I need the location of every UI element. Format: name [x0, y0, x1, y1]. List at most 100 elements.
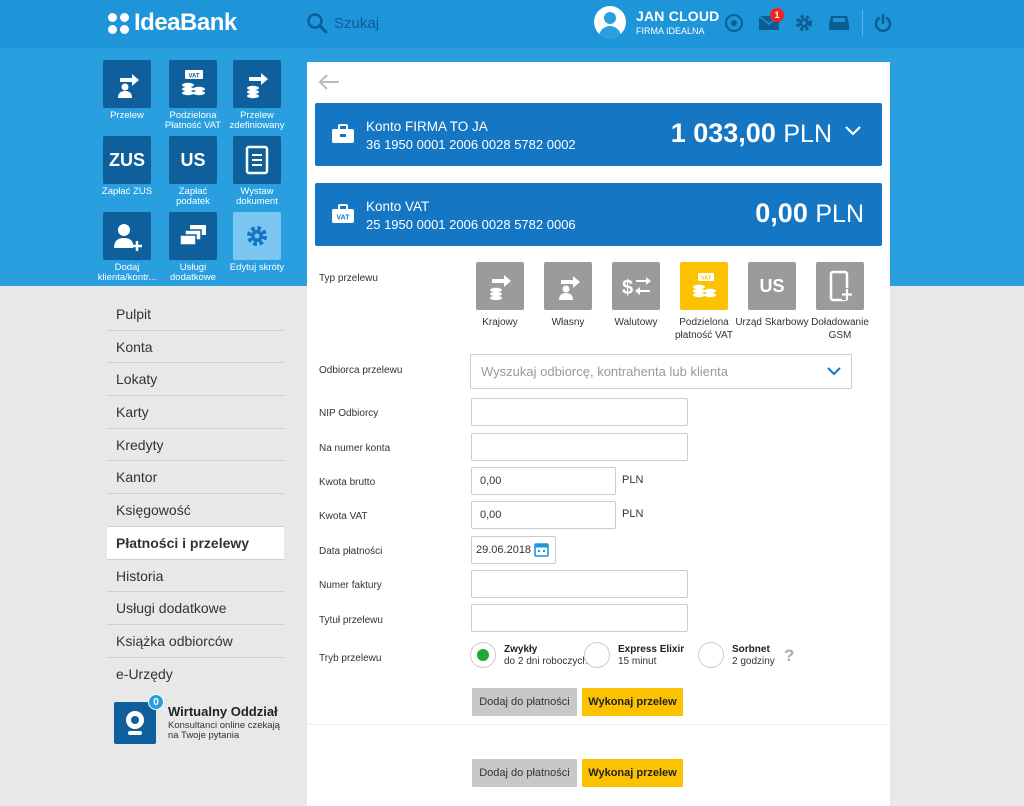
arrow-left-icon — [318, 74, 339, 90]
vat-split-icon: VAT — [680, 262, 728, 310]
account-number: 25 1950 0001 2006 0028 5782 0006 — [366, 217, 576, 232]
mode-standard-text: Zwykły do 2 dni roboczych — [504, 644, 588, 667]
sidebar-item-uslugi[interactable]: Usługi dodatkowe — [107, 592, 284, 625]
transfer-type-label: Typ przelewu — [319, 273, 378, 284]
sidebar-item-kredyty[interactable]: Kredyty — [107, 429, 284, 462]
account-balance: 1 033,00 PLN — [670, 118, 832, 148]
execute-transfer-button-bottom[interactable]: Wykonaj przelew — [582, 759, 683, 787]
payment-date-input[interactable]: 29.06.2018 — [471, 536, 556, 564]
settings-button[interactable] — [792, 11, 816, 35]
shortcut-defined-transfer[interactable]: Przelew zdefiniowany — [226, 60, 288, 131]
divider — [307, 724, 890, 725]
shortcut-label: Dodaj klienta/kontr... — [97, 262, 157, 283]
shortcut-label: Zapłać ZUS — [101, 186, 153, 197]
phone-topup-icon — [816, 262, 864, 310]
transfer-type-label: Urząd Skarbowy — [735, 317, 809, 328]
logout-button[interactable] — [871, 11, 895, 35]
transfer-type-label: Walutowy — [614, 317, 658, 328]
execute-transfer-button[interactable]: Wykonaj przelew — [582, 688, 683, 716]
sidebar-item-ksiazka-odbiorcow[interactable]: Książka odbiorców — [107, 625, 284, 658]
us-tax-icon: US — [748, 262, 796, 310]
account-card-main[interactable]: Konto FIRMA TO JA 36 1950 0001 2006 0028… — [315, 103, 882, 166]
sidebar-nav: Pulpit Konta Lokaty Karty Kredyty Kantor… — [107, 298, 284, 690]
transfer-type-label: Podzielona płatność VAT — [675, 317, 733, 341]
shortcut-label: Przelew zdefiniowany — [229, 110, 285, 131]
shortcut-label: Podzielona Płatność VAT — [164, 110, 222, 131]
gross-amount-input[interactable]: 0,00 — [471, 467, 616, 495]
back-button[interactable] — [317, 74, 341, 93]
shortcut-zus[interactable]: ZUS Zapłać ZUS — [96, 136, 158, 197]
shortcut-label: Zapłać podatek — [176, 186, 210, 207]
transfer-type-vat-split[interactable]: VAT Podzielona płatność VAT — [667, 262, 741, 342]
document-icon — [233, 136, 281, 184]
svg-text:VAT: VAT — [337, 215, 351, 222]
shortcut-transfer[interactable]: Przelew — [96, 60, 158, 121]
inbox-button[interactable] — [827, 11, 851, 35]
recipient-placeholder: Wyszukaj odbiorcę, kontrahenta lub klien… — [481, 364, 729, 379]
transfer-title-input[interactable] — [471, 604, 688, 632]
invoice-number-input[interactable] — [471, 570, 688, 598]
mode-radio-standard[interactable] — [470, 642, 496, 668]
chevron-down-icon[interactable] — [844, 125, 862, 137]
shortcut-edit[interactable]: Edytuj skróty — [226, 212, 288, 273]
search-icon — [307, 13, 328, 34]
sidebar-item-pulpit[interactable]: Pulpit — [107, 298, 284, 331]
transfer-type-domestic[interactable]: Krajowy — [463, 262, 537, 329]
sidebar-item-lokaty[interactable]: Lokaty — [107, 363, 284, 397]
zus-icon: ZUS — [103, 136, 151, 184]
sidebar-item-historia[interactable]: Historia — [107, 560, 284, 593]
header-separator — [862, 10, 863, 36]
vat-briefcase-icon: VAT — [332, 204, 354, 223]
account-number-label: Na numer konta — [319, 443, 391, 454]
mode-radio-sorbnet[interactable] — [698, 642, 724, 668]
sidebar-item-konta[interactable]: Konta — [107, 331, 284, 364]
add-to-payments-button[interactable]: Dodaj do płatności — [472, 688, 577, 716]
user-profile[interactable]: JAN CLOUD FIRMA IDEALNA — [594, 6, 719, 38]
sidebar-item-e-urzedy[interactable]: e-Urzędy — [107, 658, 284, 691]
vat-amount-label: Kwota VAT — [319, 511, 368, 522]
transfer-type-gsm-topup[interactable]: Doładowanie GSM — [803, 262, 877, 342]
payment-date-label: Data płatności — [319, 546, 383, 557]
transfer-mode-label: Tryb przelewu — [319, 653, 382, 664]
shortcut-extra-services[interactable]: Usługi dodatkowe — [162, 212, 224, 283]
sidebar-item-kantor[interactable]: Kantor — [107, 461, 284, 495]
shortcut-document[interactable]: Wystaw dokument — [226, 136, 288, 207]
mode-radio-express-elixir[interactable] — [584, 642, 610, 668]
shortcut-add-client[interactable]: Dodaj klienta/kontr... — [96, 212, 158, 283]
sidebar-item-platnosci[interactable]: Płatności i przelewy — [107, 526, 284, 560]
stack-icon — [169, 212, 217, 260]
account-number-input[interactable] — [471, 433, 688, 461]
shortcut-label: Przelew — [110, 110, 144, 121]
transfer-type-tax-office[interactable]: US Urząd Skarbowy — [735, 262, 809, 329]
transfer-title-label: Tytuł przelewu — [319, 615, 383, 626]
nip-label: NIP Odbiorcy — [319, 408, 379, 419]
recipient-select[interactable]: Wyszukaj odbiorcę, kontrahenta lub klien… — [470, 354, 852, 389]
mode-sorbnet-text: Sorbnet 2 godziny — [732, 644, 775, 667]
nip-input[interactable] — [471, 398, 688, 426]
sidebar-item-karty[interactable]: Karty — [107, 396, 284, 429]
calendar-icon[interactable] — [534, 542, 549, 557]
webcam-icon — [114, 702, 156, 744]
messages-button[interactable]: 1 — [757, 8, 784, 35]
help-icon[interactable]: ? — [784, 646, 794, 666]
mode-express-text: Express Elixir 15 minut — [618, 644, 685, 667]
transfer-type-label: Krajowy — [482, 317, 518, 328]
target-button[interactable] — [722, 11, 746, 35]
add-to-payments-button-bottom[interactable]: Dodaj do płatności — [472, 759, 577, 787]
add-user-icon — [103, 212, 151, 260]
shortcut-vat-split[interactable]: VAT Podzielona Płatność VAT — [162, 60, 224, 131]
vat-amount-input[interactable]: 0,00 — [471, 501, 616, 529]
shortcut-tax[interactable]: US Zapłać podatek — [162, 136, 224, 207]
vat-split-icon: VAT — [169, 60, 217, 108]
user-name: JAN CLOUD — [636, 8, 720, 24]
transfer-type-own[interactable]: Własny — [531, 262, 605, 329]
account-card-vat[interactable]: VAT Konto VAT 25 1950 0001 2006 0028 578… — [315, 183, 882, 246]
own-transfer-icon — [544, 262, 592, 310]
invoice-number-label: Numer faktury — [319, 580, 382, 591]
search-trigger[interactable]: Szukaj — [306, 12, 379, 34]
virtual-branch[interactable]: 0 Wirtualny Oddział Konsultanci online c… — [114, 694, 294, 746]
power-icon — [874, 13, 892, 32]
transfer-type-currency[interactable]: $ Walutowy — [599, 262, 673, 329]
idea-bank-logo[interactable]: IdeaBank — [108, 8, 237, 38]
sidebar-item-ksiegowosc[interactable]: Księgowość — [107, 494, 284, 527]
